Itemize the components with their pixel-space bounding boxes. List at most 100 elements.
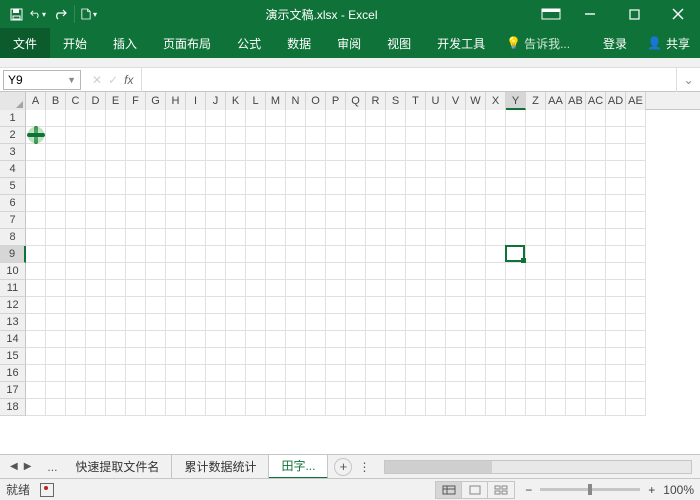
cell[interactable] <box>386 348 406 365</box>
cell[interactable] <box>426 263 446 280</box>
cell[interactable] <box>426 314 446 331</box>
cell[interactable] <box>606 280 626 297</box>
cell[interactable] <box>286 331 306 348</box>
cell[interactable] <box>126 195 146 212</box>
cell[interactable] <box>106 280 126 297</box>
cell[interactable] <box>306 212 326 229</box>
expand-formula-bar-icon[interactable]: ⌄ <box>676 68 700 92</box>
cell[interactable] <box>546 280 566 297</box>
share-button[interactable]: 👤共享 <box>637 35 700 52</box>
cell[interactable] <box>286 314 306 331</box>
cell[interactable] <box>366 127 386 144</box>
cell[interactable] <box>526 212 546 229</box>
cell[interactable] <box>406 280 426 297</box>
cell[interactable] <box>46 331 66 348</box>
cell[interactable] <box>226 382 246 399</box>
cell[interactable] <box>246 246 266 263</box>
cell[interactable] <box>26 127 46 144</box>
cell[interactable] <box>346 127 366 144</box>
cell[interactable] <box>426 195 446 212</box>
cell[interactable] <box>406 246 426 263</box>
cell[interactable] <box>626 127 646 144</box>
cell[interactable] <box>526 127 546 144</box>
cell[interactable] <box>566 297 586 314</box>
cell[interactable] <box>146 229 166 246</box>
cell[interactable] <box>446 314 466 331</box>
cell[interactable] <box>446 212 466 229</box>
cell[interactable] <box>486 399 506 416</box>
cell[interactable] <box>86 246 106 263</box>
fx-icon[interactable]: fx <box>124 73 133 87</box>
cell[interactable] <box>86 178 106 195</box>
cell[interactable] <box>266 161 286 178</box>
cell[interactable] <box>46 348 66 365</box>
cell[interactable] <box>206 331 226 348</box>
cell[interactable] <box>366 229 386 246</box>
sheet-nav[interactable]: ◀▶ <box>0 461 41 472</box>
cell[interactable] <box>426 127 446 144</box>
cell[interactable] <box>306 382 326 399</box>
cell[interactable] <box>286 280 306 297</box>
cell[interactable] <box>306 263 326 280</box>
cell[interactable] <box>406 297 426 314</box>
col-header-O[interactable]: O <box>306 92 326 110</box>
cell[interactable] <box>546 161 566 178</box>
cell[interactable] <box>366 161 386 178</box>
undo-icon[interactable]: ▾ <box>30 6 46 22</box>
cell[interactable] <box>146 263 166 280</box>
cell[interactable] <box>146 161 166 178</box>
cell[interactable] <box>146 127 166 144</box>
cell[interactable] <box>106 212 126 229</box>
cell[interactable] <box>446 127 466 144</box>
col-header-A[interactable]: A <box>26 92 46 110</box>
row-header-15[interactable]: 15 <box>0 348 26 365</box>
cell[interactable] <box>566 144 586 161</box>
cell[interactable] <box>266 195 286 212</box>
cell[interactable] <box>206 348 226 365</box>
cell[interactable] <box>66 110 86 127</box>
cell[interactable] <box>46 246 66 263</box>
cell[interactable] <box>326 110 346 127</box>
col-header-Y[interactable]: Y <box>506 92 526 110</box>
cell[interactable] <box>506 246 526 263</box>
cell[interactable] <box>246 178 266 195</box>
col-header-R[interactable]: R <box>366 92 386 110</box>
cell[interactable] <box>226 280 246 297</box>
zoom-slider-knob[interactable] <box>588 484 592 495</box>
cell[interactable] <box>606 178 626 195</box>
cell[interactable] <box>586 297 606 314</box>
cell[interactable] <box>286 212 306 229</box>
col-header-AB[interactable]: AB <box>566 92 586 110</box>
cell[interactable] <box>266 382 286 399</box>
cell[interactable] <box>86 229 106 246</box>
cell[interactable] <box>46 195 66 212</box>
cell[interactable] <box>286 144 306 161</box>
cell[interactable] <box>466 229 486 246</box>
cell[interactable] <box>466 144 486 161</box>
cell[interactable] <box>626 348 646 365</box>
cell[interactable] <box>266 246 286 263</box>
cell[interactable] <box>346 246 366 263</box>
cell[interactable] <box>306 331 326 348</box>
cell[interactable] <box>106 297 126 314</box>
cell[interactable] <box>326 280 346 297</box>
page-break-view-icon[interactable] <box>488 482 514 498</box>
cell[interactable] <box>126 178 146 195</box>
cell[interactable] <box>266 331 286 348</box>
cell[interactable] <box>406 314 426 331</box>
zoom-slider[interactable] <box>540 488 640 491</box>
cell[interactable] <box>446 110 466 127</box>
cell[interactable] <box>406 212 426 229</box>
tab-file[interactable]: 文件 <box>0 28 50 58</box>
cell[interactable] <box>506 399 526 416</box>
cell[interactable] <box>586 365 606 382</box>
cell[interactable] <box>106 246 126 263</box>
cell[interactable] <box>366 263 386 280</box>
row-header-2[interactable]: 2 <box>0 127 26 144</box>
row-header-5[interactable]: 5 <box>0 178 26 195</box>
new-file-icon[interactable]: ▾ <box>81 6 97 22</box>
cell[interactable] <box>246 161 266 178</box>
cell[interactable] <box>106 314 126 331</box>
cell[interactable] <box>366 110 386 127</box>
cell[interactable] <box>106 382 126 399</box>
